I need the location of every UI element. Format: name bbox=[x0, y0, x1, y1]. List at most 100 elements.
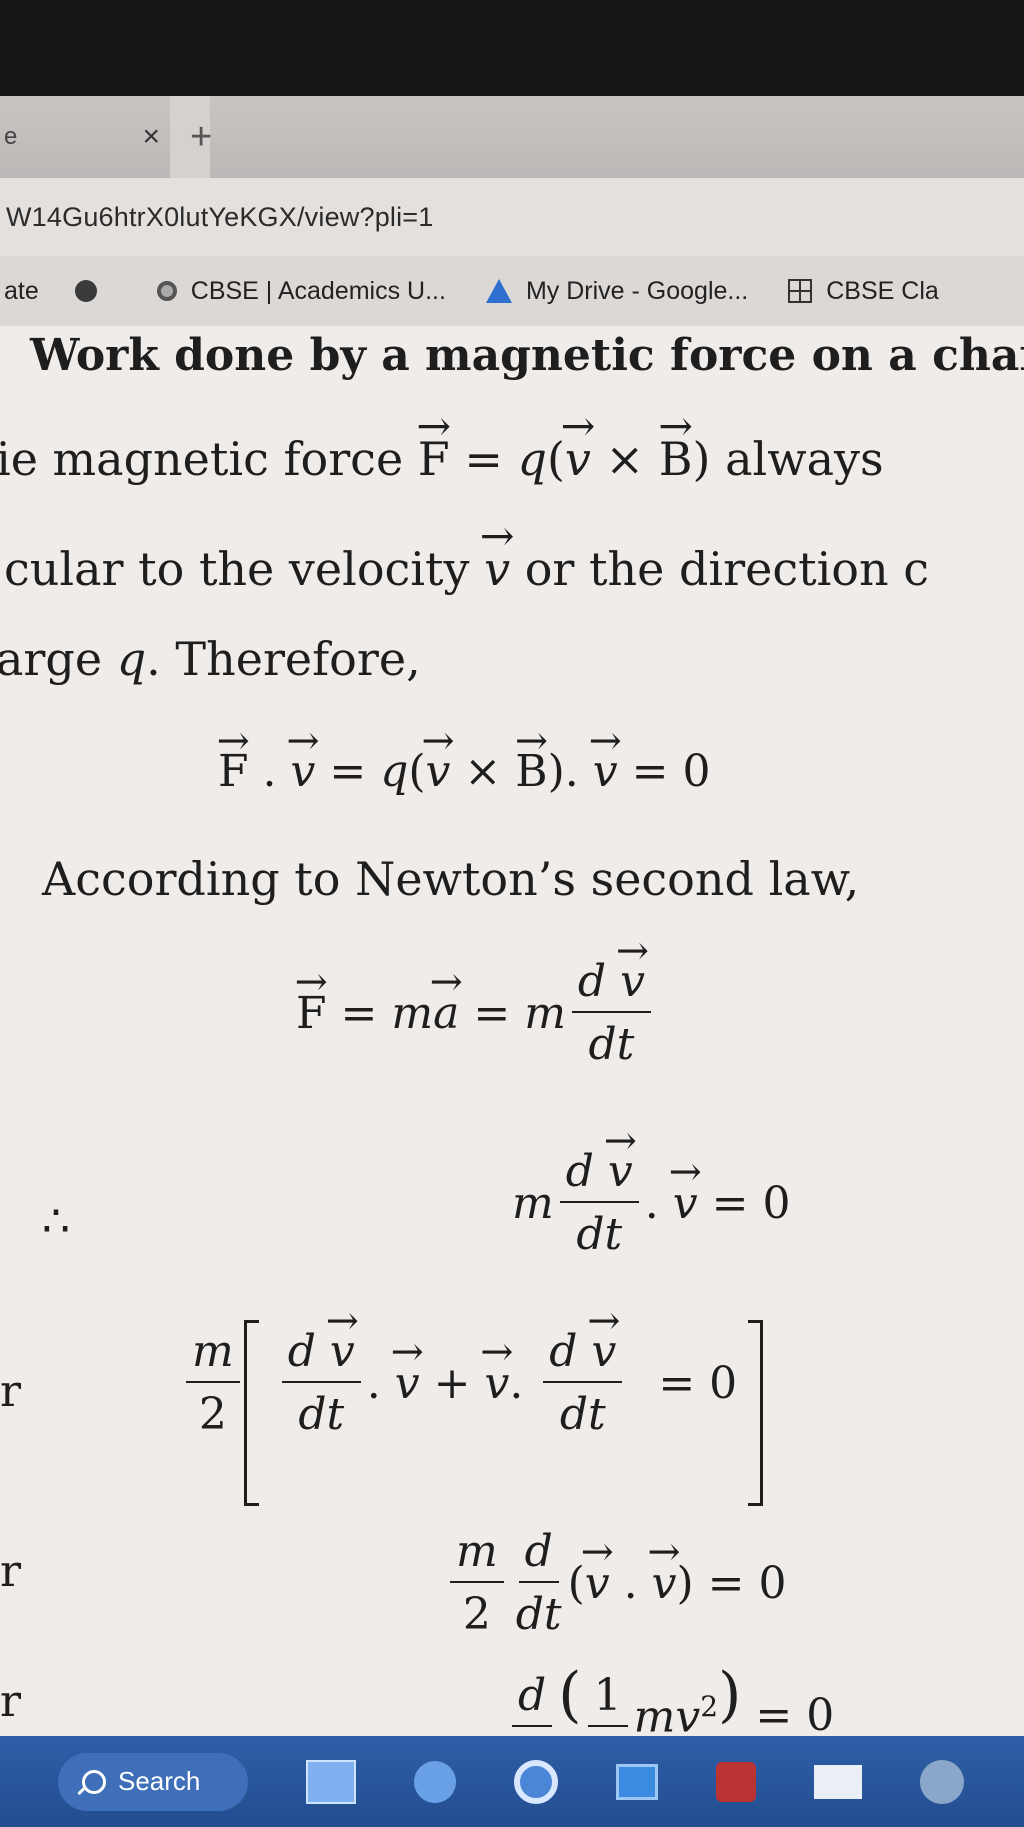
tab-close-icon[interactable]: × bbox=[142, 120, 160, 154]
text: or the direction c bbox=[510, 542, 930, 596]
symbol-q: q bbox=[517, 432, 547, 486]
denominator-dt: dt bbox=[576, 1209, 623, 1260]
paren: ) bbox=[692, 432, 711, 486]
chat-icon[interactable] bbox=[414, 1760, 456, 1803]
vector-F: F bbox=[418, 432, 450, 486]
equation-2: F = ma = m d v dt bbox=[296, 956, 657, 1070]
vector-v: v bbox=[593, 746, 618, 797]
vector-B: B bbox=[515, 746, 547, 797]
taskbar-search[interactable]: Search bbox=[58, 1752, 248, 1811]
vector-v: v bbox=[620, 956, 645, 1007]
fraction-m-2: m 2 bbox=[450, 1526, 504, 1640]
vector-v: v bbox=[608, 1146, 633, 1197]
google-drive-icon bbox=[485, 279, 512, 303]
equals-zero: = 0 bbox=[658, 1357, 738, 1409]
equals: = bbox=[459, 987, 525, 1039]
app-icon[interactable] bbox=[716, 1761, 756, 1802]
fraction-dv-dt: d v dt bbox=[281, 1326, 361, 1440]
file-explorer-icon[interactable] bbox=[306, 1759, 356, 1804]
vector-F: F bbox=[296, 988, 327, 1039]
vector-a: a bbox=[433, 988, 459, 1039]
bookmarks-bar: ate CBSE | Academics U... My Drive - Goo… bbox=[0, 256, 1024, 326]
browser-icon[interactable] bbox=[514, 1759, 558, 1804]
symbol-d: d bbox=[518, 1526, 559, 1583]
search-icon bbox=[82, 1769, 106, 1794]
fraction-dv-dt: d v dt bbox=[543, 1326, 623, 1440]
fraction-dv-dt: d v dt bbox=[571, 956, 651, 1070]
denominator-dt: dt bbox=[588, 1019, 635, 1070]
document-viewer: Work done by a magnetic force on a char … bbox=[0, 326, 1024, 1736]
text-line-2: cular to the velocity v or the direction… bbox=[4, 542, 929, 596]
denominator-dt: dt bbox=[298, 1389, 345, 1440]
dot: . bbox=[248, 746, 291, 797]
dot: . bbox=[509, 1357, 538, 1409]
equation-1: F . v = q(v × B). v = 0 bbox=[218, 746, 710, 797]
denominator-dt: dt bbox=[559, 1389, 606, 1440]
paren-glyph: ( bbox=[558, 1660, 582, 1730]
or-label: r bbox=[0, 1366, 22, 1417]
new-tab-button[interactable]: + bbox=[190, 116, 212, 159]
cross: × bbox=[450, 746, 516, 797]
site-icon bbox=[156, 281, 177, 301]
equals-zero: = 0 bbox=[741, 1690, 835, 1736]
url-text[interactable]: W14Gu6htrX0lutYeKGX/view?pli=1 bbox=[0, 202, 434, 233]
mail-icon[interactable] bbox=[814, 1764, 862, 1799]
vector-v: v bbox=[484, 542, 510, 596]
denominator-dt: dt bbox=[515, 1589, 562, 1640]
bookmark-item[interactable]: ate bbox=[4, 277, 39, 306]
symbol-m: m bbox=[450, 1526, 504, 1583]
equals-zero: = 0 bbox=[693, 1557, 787, 1609]
or-label: r bbox=[0, 1546, 22, 1597]
equals-zero: = 0 bbox=[617, 746, 711, 797]
vector-v: v bbox=[673, 1178, 698, 1229]
equation-6: d ( 1 mv2 ) = 0 bbox=[506, 1660, 835, 1736]
monitor-bezel bbox=[0, 0, 1024, 96]
section-heading: Work done by a magnetic force on a char bbox=[30, 330, 1024, 381]
cross: × bbox=[590, 432, 659, 486]
symbol-m: m bbox=[186, 1326, 240, 1383]
equals: = bbox=[315, 746, 381, 797]
bookmark-label: CBSE Cla bbox=[826, 276, 939, 305]
app-icon[interactable] bbox=[920, 1759, 964, 1804]
symbol-mv: mv bbox=[633, 1691, 701, 1736]
paren: ) bbox=[547, 746, 565, 797]
equals-zero: = 0 bbox=[697, 1177, 791, 1229]
text-line-1: ie magnetic force F = q(v × B) always bbox=[0, 432, 884, 486]
vector-B: B bbox=[659, 432, 693, 486]
exponent-2: 2 bbox=[700, 1690, 719, 1723]
bookmark-item[interactable]: CBSE Cla bbox=[788, 277, 939, 306]
or-label: r bbox=[0, 1676, 22, 1727]
vector-v: v bbox=[291, 746, 316, 797]
symbol-d: d bbox=[549, 1326, 578, 1377]
vector-v: v bbox=[652, 1558, 677, 1609]
text-line-3: arge q. Therefore, bbox=[0, 632, 421, 686]
left-bracket bbox=[244, 1320, 259, 1506]
bookmark-label: CBSE | Academics U... bbox=[190, 276, 446, 305]
bookmark-label: My Drive - Google... bbox=[525, 276, 749, 305]
text: . Therefore, bbox=[146, 632, 421, 686]
symbol-d: d bbox=[565, 1146, 594, 1197]
fraction-m-2: m 2 bbox=[186, 1326, 240, 1440]
bookmark-item[interactable] bbox=[74, 280, 111, 302]
browser-tab[interactable]: e × bbox=[0, 96, 170, 178]
vector-v: v bbox=[591, 1326, 616, 1377]
address-bar[interactable]: W14Gu6htrX0lutYeKGX/view?pli=1 bbox=[0, 178, 1024, 256]
bookmark-item[interactable]: My Drive - Google... bbox=[485, 276, 749, 306]
dot: . bbox=[609, 1557, 652, 1609]
vector-v: v bbox=[484, 1358, 509, 1409]
text: always bbox=[710, 432, 884, 486]
bookmark-label: ate bbox=[4, 276, 39, 305]
fraction-d-dt: d dt bbox=[516, 1526, 562, 1640]
plus: + bbox=[419, 1357, 485, 1409]
vector-v: v bbox=[426, 746, 451, 797]
equation-5: m 2 d dt (v . v) = 0 bbox=[444, 1526, 786, 1640]
fraction-d-dt: d bbox=[512, 1670, 553, 1727]
symbol-d: d bbox=[512, 1670, 553, 1727]
bookmark-item[interactable]: CBSE | Academics U... bbox=[156, 276, 446, 306]
symbol-d: d bbox=[287, 1326, 316, 1377]
vector-v: v bbox=[395, 1358, 420, 1409]
store-icon[interactable] bbox=[616, 1763, 658, 1800]
globe-icon bbox=[74, 280, 97, 302]
text: cular to the velocity bbox=[4, 542, 485, 596]
text: arge bbox=[0, 632, 117, 686]
